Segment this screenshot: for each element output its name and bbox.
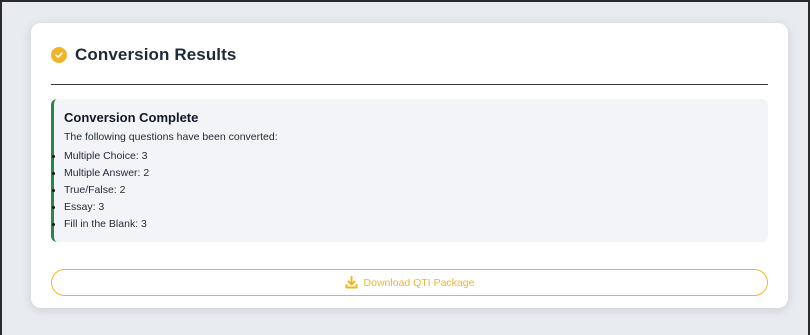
conversion-status-box: Conversion Complete The following questi… xyxy=(51,99,768,242)
check-circle-icon xyxy=(51,47,67,63)
list-item: Multiple Choice: 3 xyxy=(52,148,758,165)
bullet xyxy=(52,189,55,192)
list-item: Multiple Answer: 2 xyxy=(52,165,758,182)
download-icon xyxy=(345,276,358,289)
bullet xyxy=(52,155,55,158)
bullet xyxy=(52,172,55,175)
card-header: Conversion Results xyxy=(51,43,768,67)
status-title: Conversion Complete xyxy=(64,110,199,125)
list-item-text: Multiple Choice: 3 xyxy=(64,150,148,162)
converted-question-list: Multiple Choice: 3 Multiple Answer: 2 Tr… xyxy=(52,148,758,233)
download-button-label: Download QTI Package xyxy=(363,276,475,289)
list-item: True/False: 2 xyxy=(52,182,758,199)
list-item-text: Fill in the Blank: 3 xyxy=(64,218,147,230)
conversion-results-card: Conversion Results Conversion Complete T… xyxy=(31,23,788,308)
status-description: The following questions have been conver… xyxy=(64,131,278,143)
header-divider xyxy=(51,84,768,85)
list-item: Essay: 3 xyxy=(52,199,758,216)
list-item-text: Essay: 3 xyxy=(64,201,105,213)
list-item-text: Multiple Answer: 2 xyxy=(64,167,150,179)
bullet xyxy=(52,223,55,226)
download-qti-button[interactable]: Download QTI Package xyxy=(51,269,768,296)
list-item-text: True/False: 2 xyxy=(64,184,126,196)
bullet xyxy=(52,206,55,209)
list-item: Fill in the Blank: 3 xyxy=(52,216,758,233)
card-title: Conversion Results xyxy=(75,45,237,64)
